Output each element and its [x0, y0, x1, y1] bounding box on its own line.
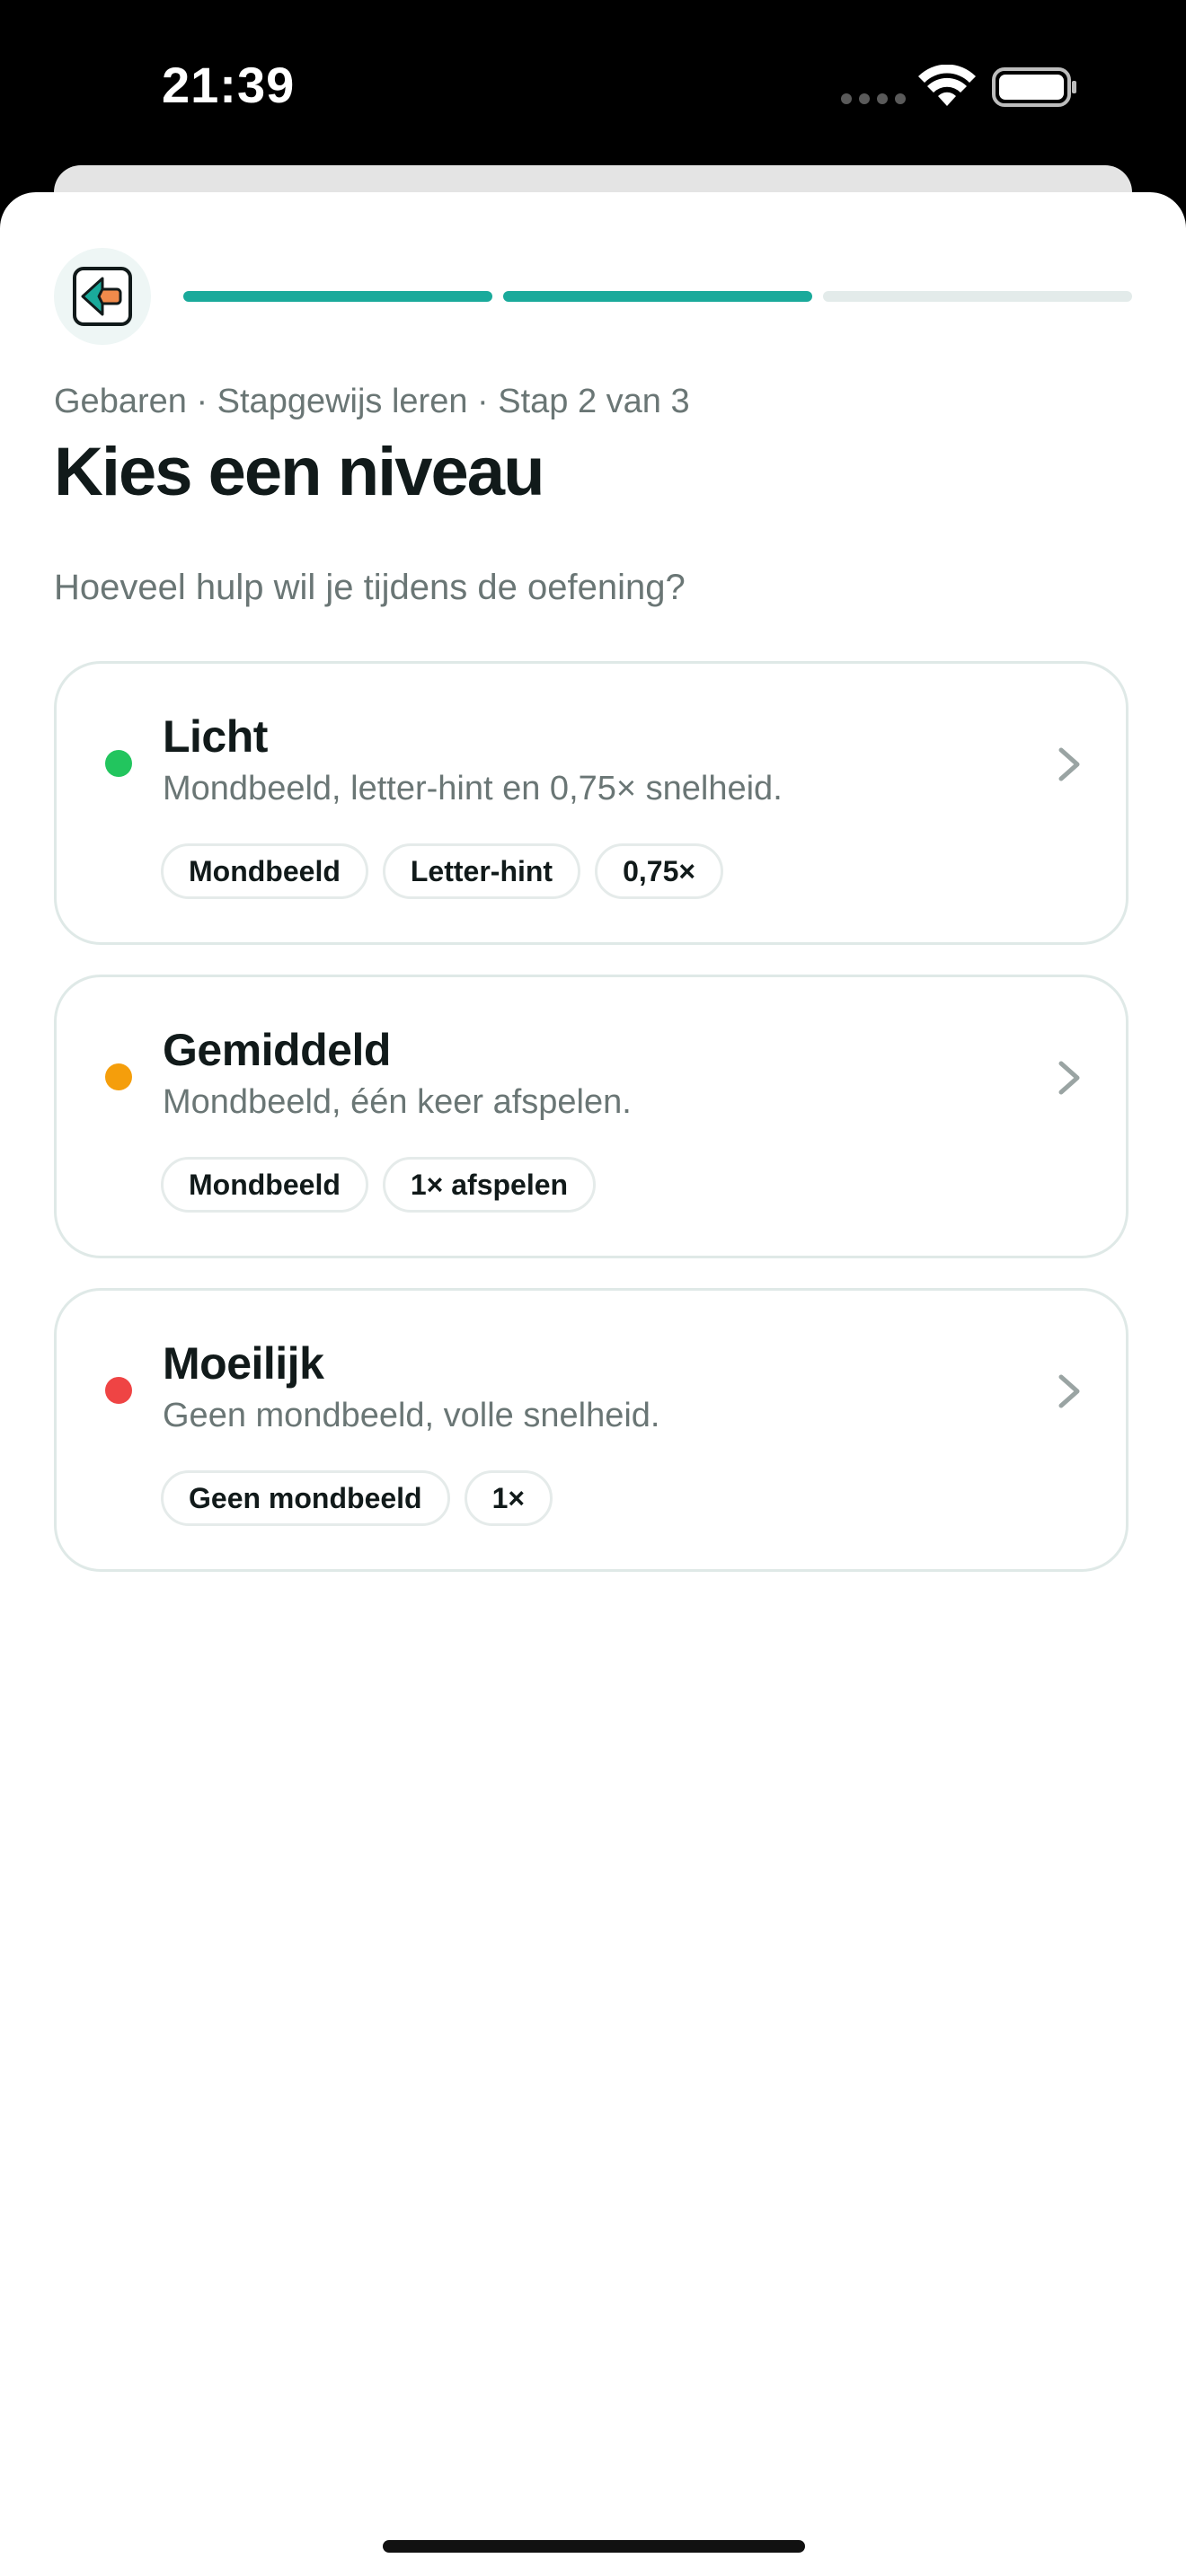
- app-screen: 21:39 Gebaren · Stapgewijs leren · Stap …: [0, 0, 1186, 2576]
- page-subtitle: Hoeveel hulp wil je tijdens de oefening?: [54, 568, 686, 607]
- level-dot-red: [105, 1377, 132, 1404]
- battery-icon: [992, 67, 1076, 107]
- level-sheet: Gebaren · Stapgewijs leren · Stap 2 van …: [0, 192, 1186, 2576]
- level-title: Gemiddeld: [163, 1025, 391, 1075]
- progress-step-2: [503, 291, 812, 302]
- level-dot-orange: [105, 1063, 132, 1090]
- page-title: Kies een niveau: [54, 434, 544, 510]
- chip: Letter-hint: [382, 843, 581, 899]
- status-bar: 21:39: [0, 0, 1186, 171]
- level-card-gemiddeld[interactable]: Gemiddeld Mondbeeld, één keer afspelen. …: [54, 975, 1128, 1258]
- step-progress: [183, 291, 1132, 302]
- chevron-right-icon: [1058, 1374, 1080, 1408]
- progress-step-1: [183, 291, 492, 302]
- home-indicator[interactable]: [383, 2540, 805, 2553]
- level-title: Moeilijk: [163, 1338, 324, 1389]
- level-card-moeilijk[interactable]: Moeilijk Geen mondbeeld, volle snelheid.…: [54, 1288, 1128, 1572]
- chip: 0,75×: [595, 843, 724, 899]
- level-description: Mondbeeld, één keer afspelen.: [163, 1083, 632, 1121]
- level-chips: Geen mondbeeld 1×: [161, 1470, 553, 1526]
- progress-step-3: [823, 291, 1132, 302]
- signal-dots-icon: [841, 93, 906, 104]
- chip: 1×: [464, 1470, 553, 1526]
- level-dot-green: [105, 750, 132, 777]
- status-time: 21:39: [162, 57, 296, 113]
- chip: Mondbeeld: [161, 1157, 368, 1213]
- wifi-icon: [918, 65, 976, 106]
- chip: 1× afspelen: [382, 1157, 597, 1213]
- level-description: Mondbeeld, letter-hint en 0,75× snelheid…: [163, 770, 783, 807]
- arrow-left-icon: [73, 267, 132, 326]
- level-chips: Mondbeeld Letter-hint 0,75×: [161, 843, 724, 899]
- chevron-right-icon: [1058, 747, 1080, 781]
- chip: Mondbeeld: [161, 843, 368, 899]
- chip: Geen mondbeeld: [161, 1470, 450, 1526]
- level-title: Licht: [163, 711, 268, 762]
- chevron-right-icon: [1058, 1061, 1080, 1095]
- level-chips: Mondbeeld 1× afspelen: [161, 1157, 597, 1213]
- level-card-licht[interactable]: Licht Mondbeeld, letter-hint en 0,75× sn…: [54, 661, 1128, 945]
- level-description: Geen mondbeeld, volle snelheid.: [163, 1397, 660, 1434]
- breadcrumb: Gebaren · Stapgewijs leren · Stap 2 van …: [54, 383, 690, 420]
- back-button[interactable]: [54, 248, 151, 345]
